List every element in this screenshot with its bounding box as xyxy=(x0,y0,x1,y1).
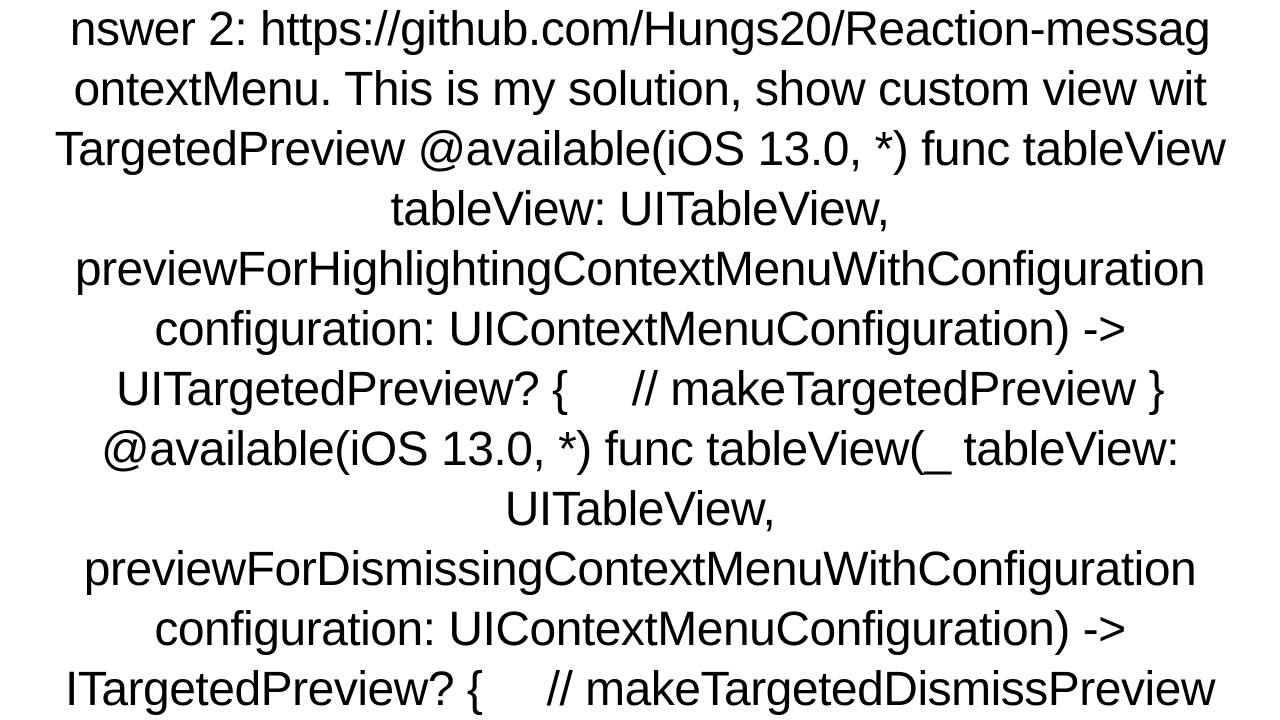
document-text-block: nswer 2: https://github.com/Hungs20/Reac… xyxy=(0,0,1280,720)
